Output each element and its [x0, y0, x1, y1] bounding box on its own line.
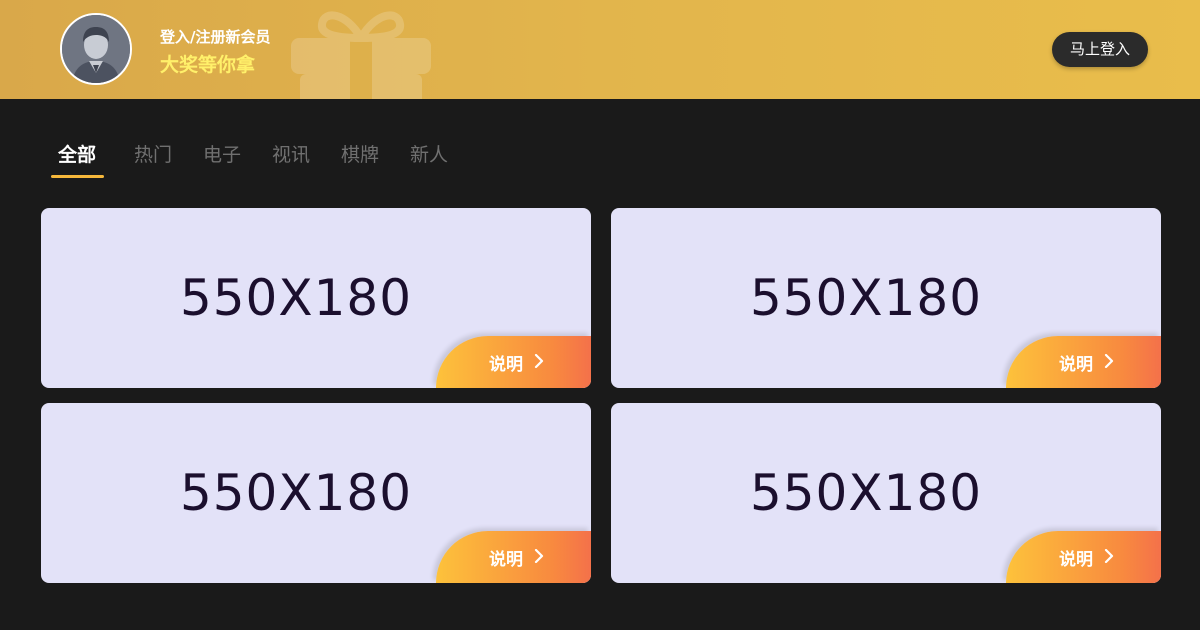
- details-button[interactable]: 说明: [1006, 336, 1161, 388]
- details-button-label: 说明: [1059, 550, 1093, 570]
- active-tab-indicator: [51, 175, 104, 178]
- chevron-right-icon: [1104, 549, 1114, 563]
- tab-all[interactable]: 全部: [58, 140, 96, 167]
- tab-hot[interactable]: 热门: [134, 140, 172, 167]
- details-button-label: 说明: [1059, 355, 1093, 375]
- details-button-label: 说明: [489, 355, 523, 375]
- tab-newcomer[interactable]: 新人: [410, 140, 448, 167]
- promo-card[interactable]: 550X180 说明: [41, 403, 591, 583]
- details-button[interactable]: 说明: [1006, 531, 1161, 583]
- register-prompt[interactable]: 登入/注册新会员: [160, 26, 270, 47]
- tab-electronic[interactable]: 电子: [203, 140, 241, 167]
- promo-card[interactable]: 550X180 说明: [611, 208, 1161, 388]
- prize-tagline: 大奖等你拿: [160, 54, 256, 76]
- category-tabs: 全部 热门 电子 视讯 棋牌 新人: [0, 130, 1200, 180]
- details-button-label: 说明: [489, 550, 523, 570]
- avatar[interactable]: [60, 13, 132, 85]
- details-button[interactable]: 说明: [436, 336, 591, 388]
- tab-live-video[interactable]: 视讯: [272, 140, 310, 167]
- chevron-right-icon: [534, 549, 544, 563]
- tab-chess-cards[interactable]: 棋牌: [341, 140, 379, 167]
- avatar-icon: [62, 15, 130, 83]
- chevron-right-icon: [534, 354, 544, 368]
- promo-card[interactable]: 550X180 说明: [41, 208, 591, 388]
- login-button[interactable]: 马上登入: [1052, 32, 1148, 67]
- promo-card[interactable]: 550X180 说明: [611, 403, 1161, 583]
- details-button[interactable]: 说明: [436, 531, 591, 583]
- gift-icon: [291, 11, 431, 99]
- chevron-right-icon: [1104, 354, 1114, 368]
- promo-banner: 登入/注册新会员 大奖等你拿 马上登入: [0, 0, 1200, 99]
